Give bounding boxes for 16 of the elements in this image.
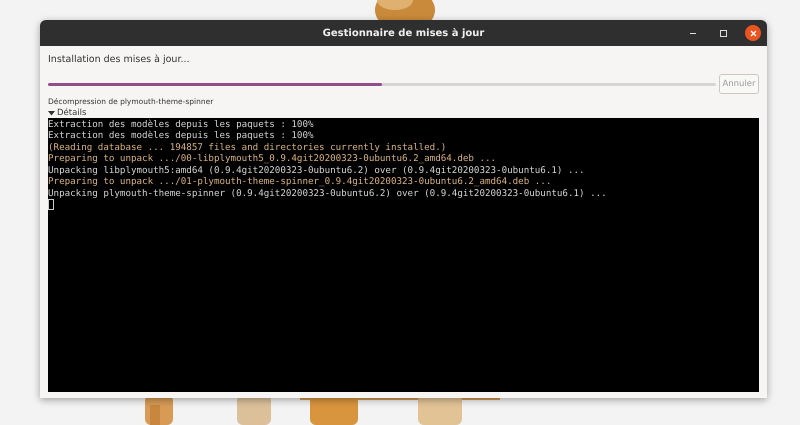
terminal-line: (Reading database ... 194857 files and directories currently installed.) xyxy=(48,142,446,154)
cursor xyxy=(48,199,54,210)
close-button[interactable] xyxy=(745,25,761,41)
close-icon xyxy=(750,30,756,36)
terminal-line: Extraction des modèles depuis les paquets : 100% xyxy=(48,119,314,130)
expander-icon xyxy=(48,110,55,116)
terminal-line: Extraction des modèles depuis les paquets : 100% xyxy=(48,130,314,142)
terminal-line: Preparing to unpack .../01-plymouth-theme-spinner_0.9.4git20200323-0ubuntu6.2_amd64.deb ... xyxy=(48,176,552,188)
minimize-icon xyxy=(690,32,696,34)
terminal-line: Preparing to unpack .../00-libplymouth5_0.9.4git20200323-0ubuntu6.2_amd64.deb ... xyxy=(48,153,496,165)
maximize-icon xyxy=(720,30,726,36)
heading: Installation des mises à jour... xyxy=(48,54,191,67)
terminal-line: Unpacking plymouth-theme-spinner (0.9.4git20200323-0ubuntu6.2) over (0.9.4git20200323-0ubuntu6.1) ... xyxy=(48,188,607,200)
window-title: Gestionnaire de mises à jour xyxy=(322,28,484,38)
terminal-line: Unpacking libplymouth5:amd64 (0.9.4git20200323-0ubuntu6.2) over (0.9.4git20200323-0ubuntu6.1) ... xyxy=(48,164,585,176)
details-expander[interactable]: Détails xyxy=(48,108,86,118)
